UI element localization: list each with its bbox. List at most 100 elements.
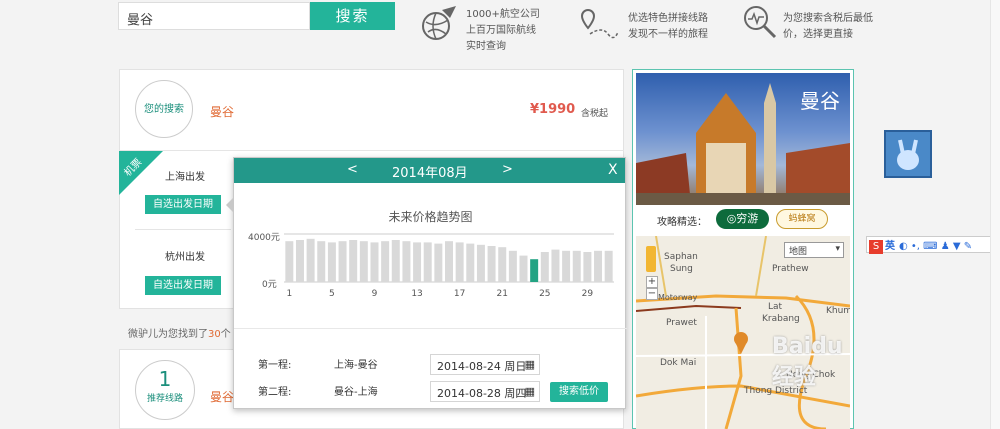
price-bar[interactable] — [434, 243, 443, 282]
price-bar[interactable] — [306, 238, 315, 282]
price-bar[interactable] — [562, 250, 571, 282]
map-label: Motorway — [658, 293, 698, 302]
price-bar[interactable] — [317, 241, 326, 282]
price-bar[interactable] — [551, 249, 560, 282]
price-bar[interactable] — [391, 240, 400, 282]
divider — [119, 150, 624, 151]
map-label: Saphan — [664, 252, 698, 262]
leg1-label: 第一程: — [258, 360, 292, 371]
leg1-date-input[interactable]: 2014-08-24 周日 ▦ — [430, 354, 540, 375]
route-label: 推荐线路 — [146, 394, 183, 404]
map-label: Lat — [768, 302, 783, 312]
map-label: Prawet — [666, 318, 697, 328]
float-mascot-icon[interactable] — [884, 130, 932, 178]
map-label: Sung — [670, 264, 693, 274]
divider — [234, 328, 627, 329]
price-bar[interactable] — [466, 243, 475, 282]
pick-date-button[interactable]: 自选出发日期 — [145, 195, 221, 214]
price-bar[interactable] — [381, 241, 390, 282]
feature-line: 上百万国际航线 — [466, 25, 536, 36]
price-bar[interactable] — [338, 241, 347, 282]
price-bar[interactable] — [370, 242, 379, 282]
leg2-date-input[interactable]: 2014-08-28 周四 ▦ — [430, 381, 540, 402]
price-bar[interactable] — [413, 242, 422, 282]
calendar-popup: < 2014年08月 > X 未来价格趋势图 4000元 0元 1 5 9 13 17 2… — [233, 157, 627, 409]
results-count: 30 — [208, 329, 221, 340]
price-bar[interactable] — [295, 240, 304, 282]
mafengwo-guide-button[interactable]: 蚂蜂窝 — [776, 209, 828, 229]
map-label: Dok Mai — [660, 358, 697, 368]
ime-tools-icon[interactable]: ◐ •, ⌨ ♟ ▼ ✎ — [899, 241, 972, 252]
x-tick-label: 9 — [372, 289, 378, 299]
price-bar[interactable] — [476, 244, 485, 282]
price-bar[interactable] — [604, 250, 613, 282]
origin-label: 上海出发 — [165, 172, 205, 183]
results-count-text: 微驴儿为您找到了30个 — [128, 325, 231, 340]
price-bar[interactable] — [285, 241, 294, 282]
qyer-logo-icon: ◎ — [726, 212, 737, 225]
price-bar[interactable] — [519, 255, 528, 282]
results-prefix: 微驴儿为您找到了 — [128, 329, 208, 340]
divider — [135, 229, 231, 230]
map-type-value: 地图 — [789, 247, 808, 257]
next-month-button[interactable]: > — [502, 162, 513, 177]
ime-language-label[interactable]: 英 — [885, 241, 895, 252]
x-tick-label: 1 — [286, 289, 292, 299]
qyer-label: 穷游 — [736, 212, 759, 225]
feature-line: 优选特色拼接线路 — [628, 13, 708, 24]
globe-plane-icon — [418, 4, 458, 44]
zoom-out-button[interactable]: − — [646, 288, 658, 300]
x-tick-label: 25 — [539, 289, 550, 299]
price-bar[interactable] — [327, 242, 336, 282]
calendar-header: < 2014年08月 > X — [234, 158, 625, 183]
qyer-guide-button[interactable]: ◎穷游 — [716, 209, 769, 229]
price-bar[interactable] — [594, 250, 603, 282]
y-axis-top-label: 4000元 — [248, 233, 280, 243]
flight-ribbon: 机票 — [119, 151, 163, 195]
prev-month-button[interactable]: < — [347, 162, 358, 177]
map-type-select[interactable]: 地图 ▾ — [784, 242, 844, 258]
price-bar[interactable] — [455, 242, 464, 282]
map-label: Prathew — [772, 264, 809, 274]
price-bar[interactable] — [423, 242, 432, 282]
origin-label: 杭州出发 — [165, 252, 205, 263]
price-bar-selected[interactable] — [530, 259, 539, 282]
price-bar[interactable] — [572, 250, 581, 282]
feature-line: 实时查询 — [466, 41, 506, 52]
leg2-route: 曼谷-上海 — [334, 387, 378, 398]
feature-line: 发现不一样的旅程 — [628, 29, 708, 40]
price-bar[interactable] — [445, 241, 453, 282]
price-bar[interactable] — [487, 246, 496, 282]
scrollbar[interactable] — [990, 0, 1000, 429]
price-trend-chart: 1 5 9 13 17 21 25 29 — [284, 233, 614, 299]
price-note: 含税起 — [581, 109, 609, 119]
close-button[interactable]: X — [608, 162, 618, 178]
search-input[interactable]: 曼谷 — [118, 2, 310, 30]
feature-line: 1000+航空公司 — [466, 9, 540, 20]
price-bar[interactable] — [540, 252, 549, 282]
route-number-badge: 1 推荐线路 — [135, 360, 195, 420]
map-view[interactable]: + − 地图 ▾ Saphan Sung Prawet Dok Mai Lat K… — [636, 236, 850, 429]
calendar-month: 2014年08月 — [392, 166, 468, 181]
ime-toolbar[interactable]: S 英 ◐ •, ⌨ ♟ ▼ ✎ — [866, 236, 1000, 254]
price-bar[interactable] — [359, 241, 368, 282]
street-view-pegman-icon[interactable] — [646, 246, 656, 272]
price-bar[interactable] — [498, 247, 507, 282]
search-button[interactable]: 搜索 — [310, 2, 395, 30]
price-bar[interactable] — [349, 240, 358, 282]
search-lowest-price-button[interactable]: 搜索低价 — [550, 382, 608, 402]
baidu-watermark: Baidu 经验 — [772, 334, 843, 390]
x-tick-label: 29 — [582, 289, 594, 299]
feature-line: 价，选择更直接 — [783, 29, 853, 40]
zoom-in-button[interactable]: + — [646, 276, 658, 288]
calendar-icon: ▦ — [524, 385, 535, 398]
route-pin-icon — [578, 8, 620, 40]
price-bar[interactable] — [402, 241, 411, 282]
price-bar[interactable] — [508, 250, 517, 282]
pick-date-button[interactable]: 自选出发日期 — [145, 276, 221, 295]
price-bar[interactable] — [583, 252, 592, 282]
leg1-date: 2014-08-24 周日 — [437, 360, 527, 373]
route-number: 1 — [158, 367, 172, 391]
chevron-down-icon: ▾ — [835, 244, 840, 254]
leg2-date: 2014-08-28 周四 — [437, 387, 527, 400]
